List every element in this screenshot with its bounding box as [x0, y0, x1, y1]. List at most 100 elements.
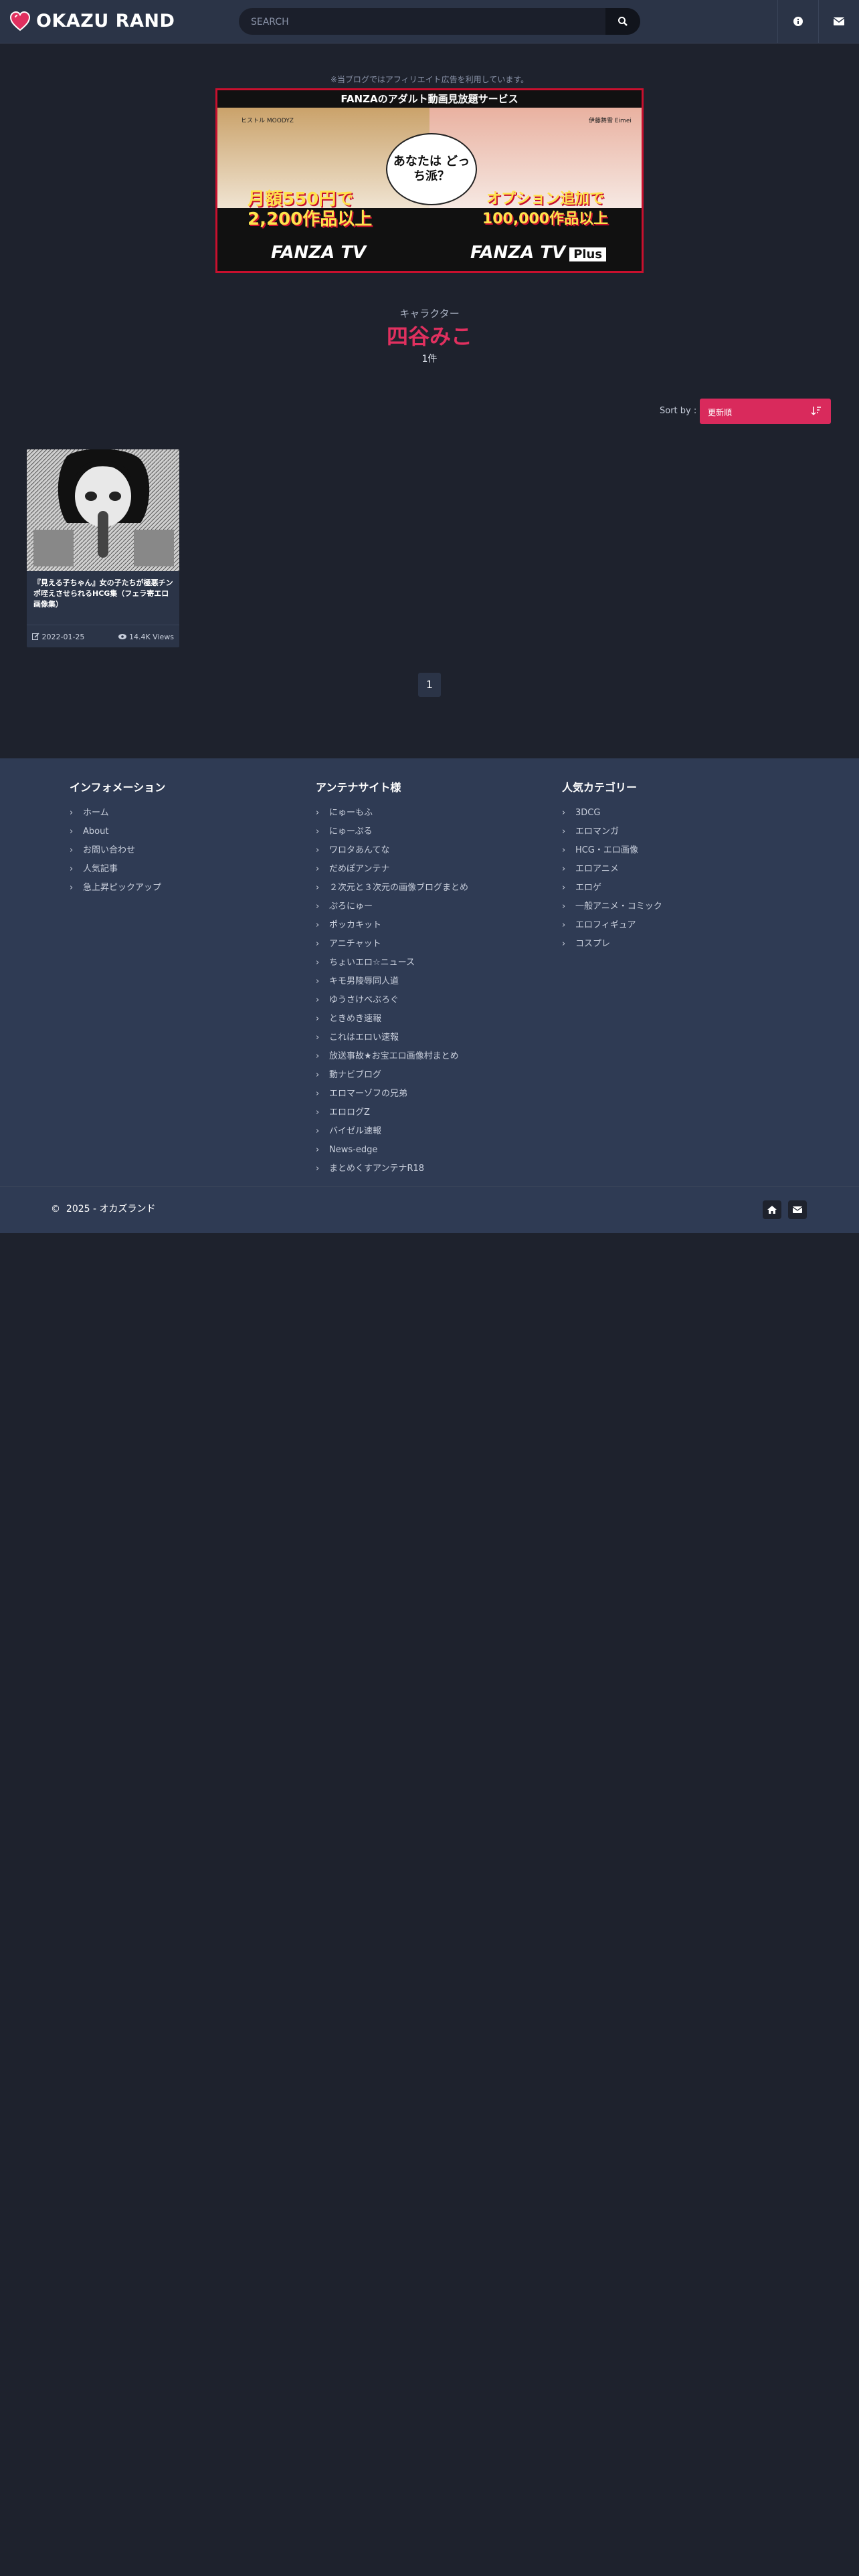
- footer-link-label: にゅーぷる: [329, 827, 373, 837]
- chevron-right-icon: ›: [316, 827, 320, 837]
- footer-link-label: エロマーゾフの兄弟: [329, 1089, 408, 1099]
- footer-link[interactable]: › ゆうさけべぶろぐ: [316, 991, 468, 1010]
- footer-link[interactable]: › 3DCG: [562, 804, 662, 823]
- footer-link-label: ゆうさけべぶろぐ: [329, 995, 399, 1005]
- site-logo[interactable]: OKAZU RAND: [9, 11, 175, 32]
- footer-home-button[interactable]: [763, 1200, 781, 1219]
- chevron-right-icon: ›: [316, 1033, 320, 1043]
- banner-plus-tag: Plus: [569, 247, 607, 261]
- footer-link[interactable]: › News-edge: [316, 1141, 468, 1160]
- pagination-page-1[interactable]: 1: [418, 673, 441, 697]
- chevron-right-icon: ›: [562, 827, 566, 837]
- footer-link[interactable]: › About: [70, 823, 165, 841]
- chevron-right-icon: ›: [562, 901, 566, 911]
- footer-link[interactable]: › 急上昇ピックアップ: [70, 879, 165, 897]
- footer-link-label: ワロタあんてな: [329, 845, 390, 855]
- footer-link-label: News-edge: [329, 1145, 378, 1155]
- footer-link[interactable]: › 一般アニメ・コミック: [562, 897, 662, 916]
- chevron-right-icon: ›: [316, 976, 320, 986]
- banner-promo-right: オプション追加で 100,000作品以上: [482, 191, 609, 227]
- footer-link-label: だめぽアンテナ: [329, 864, 390, 874]
- footer-link-label: エロゲ: [575, 883, 602, 893]
- footer-link-label: ぷろにゅー: [329, 901, 373, 911]
- footer-link-label: キモ男陵辱同人道: [329, 976, 399, 986]
- footer-link[interactable]: › ２次元と３次元の画像ブログまとめ: [316, 879, 468, 897]
- post-card[interactable]: 『見える子ちゃん』女の子たちが極悪チンポ咥えさせられるHCG集（フェラ寄エロ画像…: [27, 449, 179, 647]
- footer-column-information: インフォメーション › ホーム › About › お問い合わせ › 人気記事 › 急上昇ピックア…: [70, 778, 165, 897]
- post-title[interactable]: 『見える子ちゃん』女の子たちが極悪チンポ咥えさせられるHCG集（フェラ寄エロ画像…: [33, 578, 174, 610]
- footer-link[interactable]: › エロマーゾフの兄弟: [316, 1085, 468, 1103]
- footer-link[interactable]: › アニチャット: [316, 935, 468, 954]
- search-button[interactable]: [605, 8, 640, 35]
- footer-contact-button[interactable]: [788, 1200, 807, 1219]
- sort-label: Sort by :: [660, 406, 697, 416]
- chevron-right-icon: ›: [316, 1107, 320, 1117]
- chevron-right-icon: ›: [316, 845, 320, 855]
- envelope-icon: [834, 17, 844, 25]
- search-icon: [618, 17, 628, 26]
- footer-link-label: ホーム: [83, 808, 109, 818]
- chevron-right-icon: ›: [316, 1070, 320, 1080]
- footer-link[interactable]: › まとめくすアンテナR18: [316, 1160, 468, 1178]
- footer-link[interactable]: › ポッカキット: [316, 916, 468, 935]
- chevron-right-icon: ›: [316, 995, 320, 1005]
- footer-link[interactable]: › ぷろにゅー: [316, 897, 468, 916]
- chevron-right-icon: ›: [562, 845, 566, 855]
- footer-link[interactable]: › これはエロい速報: [316, 1029, 468, 1047]
- footer-link[interactable]: › キモ男陵辱同人道: [316, 972, 468, 991]
- footer-link[interactable]: › にゅーぷる: [316, 823, 468, 841]
- footer-link[interactable]: › ホーム: [70, 804, 165, 823]
- chevron-right-icon: ›: [316, 1014, 320, 1024]
- footer-link[interactable]: › だめぽアンテナ: [316, 860, 468, 879]
- footer-link[interactable]: › エロフィギュア: [562, 916, 662, 935]
- chevron-right-icon: ›: [70, 864, 74, 874]
- footer-link[interactable]: › ワロタあんてな: [316, 841, 468, 860]
- footer-column-title: 人気カテゴリー: [562, 781, 638, 794]
- search-input[interactable]: [250, 8, 600, 36]
- footer-link-label: 急上昇ピックアップ: [83, 883, 162, 893]
- footer-link[interactable]: › HCG・エロ画像: [562, 841, 662, 860]
- footer-link[interactable]: › エロゲ: [562, 879, 662, 897]
- footer-link[interactable]: › 動ナビブログ: [316, 1066, 468, 1085]
- footer-link-label: 一般アニメ・コミック: [575, 901, 662, 911]
- footer-link[interactable]: › エロアニメ: [562, 860, 662, 879]
- footer-link[interactable]: › ときめき速報: [316, 1010, 468, 1029]
- footer-link-label: 放送事故★お宝エロ画像村まとめ: [329, 1051, 459, 1061]
- footer-link[interactable]: › ちょいエロ☆ニュース: [316, 954, 468, 972]
- home-icon: [767, 1206, 777, 1214]
- category-type-label: キャラクター: [399, 308, 460, 320]
- footer-link-label: HCG・エロ画像: [575, 845, 638, 855]
- footer-link[interactable]: › エロマンガ: [562, 823, 662, 841]
- chevron-right-icon: ›: [316, 901, 320, 911]
- fanza-tv-ad-banner[interactable]: FANZAのアダルト動画見放題サービス ヒストル MOODYZ 伊藤舞雪 Eim…: [215, 88, 644, 273]
- footer-link[interactable]: › 放送事故★お宝エロ画像村まとめ: [316, 1047, 468, 1066]
- footer-link[interactable]: › 人気記事: [70, 860, 165, 879]
- heart-logo-icon: [9, 11, 31, 31]
- chevron-right-icon: ›: [70, 883, 74, 893]
- page-title: 四谷みこ: [386, 324, 472, 349]
- copyright: © 2025 - オカズランド: [51, 1202, 156, 1215]
- footer-link[interactable]: › お問い合わせ: [70, 841, 165, 860]
- footer-link[interactable]: › エロログZ: [316, 1103, 468, 1122]
- sort-dropdown[interactable]: 更新順: [700, 399, 831, 424]
- footer-link[interactable]: › コスプレ: [562, 935, 662, 954]
- top-navbar: OKAZU RAND: [0, 0, 859, 43]
- footer-link-label: エロログZ: [329, 1107, 370, 1117]
- chevron-right-icon: ›: [316, 1126, 320, 1136]
- footer-link-label: ２次元と３次元の画像ブログまとめ: [329, 883, 469, 893]
- contact-button[interactable]: [818, 0, 859, 43]
- footer-link-label: まとめくすアンテナR18: [329, 1164, 425, 1174]
- footer-link-label: ポッカキット: [329, 920, 382, 930]
- footer-link[interactable]: › にゅーもふ: [316, 804, 468, 823]
- footer-link-label: バイゼル速報: [329, 1126, 382, 1136]
- post-thumbnail[interactable]: [27, 449, 179, 571]
- chevron-right-icon: ›: [316, 1089, 320, 1099]
- footer-link-list: › ホーム › About › お問い合わせ › 人気記事 › 急上昇ピックアップ: [70, 804, 165, 897]
- chevron-right-icon: ›: [316, 864, 320, 874]
- result-count: 1件: [421, 354, 438, 364]
- envelope-icon: [793, 1206, 802, 1213]
- logo-text: OKAZU RAND: [36, 11, 175, 31]
- info-button[interactable]: [777, 0, 818, 43]
- footer-link[interactable]: › バイゼル速報: [316, 1122, 468, 1141]
- sort-selected-value: 更新順: [708, 408, 733, 417]
